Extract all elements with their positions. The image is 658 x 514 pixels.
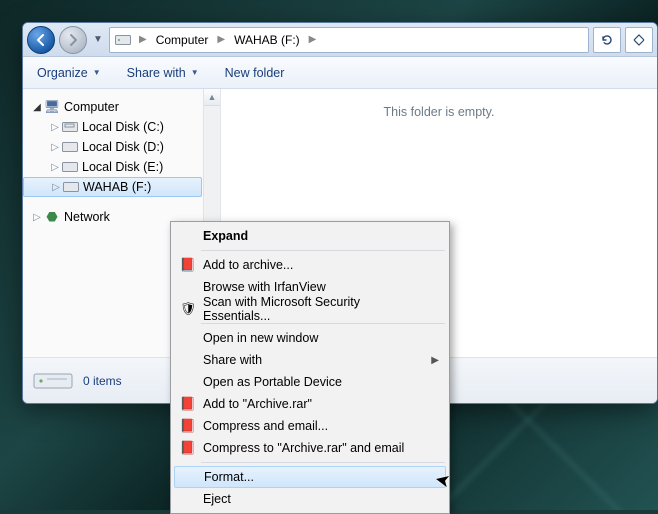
tree-item-wahab-f[interactable]: ▷ WAHAB (F:) [23,177,202,197]
nav-back-button[interactable] [27,26,55,54]
context-menu-label: Open as Portable Device [203,375,342,389]
tree-label: WAHAB (F:) [83,180,151,194]
caret-down-icon: ▼ [191,68,199,77]
search-toggle-button[interactable] [625,27,653,53]
context-menu-item[interactable]: 📕 Compress and email... [173,415,447,437]
twisty-icon[interactable]: ▷ [49,162,61,173]
twisty-icon[interactable]: ▷ [49,142,61,153]
context-menu-label: Browse with IrfanView [203,280,326,294]
tree-item-local-disk-e[interactable]: ▷ Local Disk (E:) [23,157,220,177]
command-bar: Organize ▼ Share with ▼ New folder [23,57,657,89]
context-menu-item[interactable]: 📕 Add to "Archive.rar" [173,393,447,415]
context-menu-label: Open in new window [203,331,318,345]
context-menu-item[interactable]: Expand [173,225,447,247]
chevron-right-icon: ▶ [212,34,230,45]
arrow-left-icon [34,33,48,47]
rar-icon: 📕 [179,440,197,456]
twisty-icon[interactable]: ▷ [50,182,62,193]
status-item-count: 0 items [83,374,122,388]
organize-label: Organize [37,66,88,80]
context-menu-label: Scan with Microsoft Security Essentials.… [203,295,423,323]
breadcrumb-item-drive[interactable]: WAHAB (F:) [230,31,304,49]
context-menu-item[interactable]: 📕 Add to archive... [173,254,447,276]
rar-icon: 📕 [179,418,197,434]
breadcrumb-item-computer[interactable]: Computer [152,31,213,49]
context-menu-item[interactable]: 🛡 Scan with Microsoft Security Essentials… [173,298,447,320]
context-menu[interactable]: Expand 📕 Add to archive... Browse with Irfa… [170,221,450,514]
context-menu-item[interactable]: Format... [174,466,446,488]
drive-root-icon [114,31,132,49]
refresh-button[interactable] [593,27,621,53]
address-bar-row: ▼ ▶ Computer ▶ WAHAB (F:) ▶ [23,23,657,57]
share-with-label: Share with [127,66,186,80]
caret-down-icon: ▼ [93,68,101,77]
shield-icon: 🛡 [179,301,197,317]
network-icon: ⬣ [43,209,61,225]
context-menu-item[interactable]: Open in new window [173,327,447,349]
drive-icon [61,142,79,152]
drive-icon [62,182,80,192]
chevron-right-icon: ▶ [134,34,152,45]
scroll-up-icon[interactable]: ▲ [204,89,220,106]
arrow-right-icon [66,33,80,47]
context-menu-separator [201,250,445,251]
refresh-icon [600,33,614,47]
context-menu-item[interactable]: Eject [173,488,447,510]
twisty-open-icon[interactable]: ◢ [31,102,43,113]
share-with-button[interactable]: Share with ▼ [125,62,201,84]
tree-item-computer[interactable]: ◢ 🖥 Computer [23,97,220,117]
twisty-icon[interactable]: ▷ [31,212,43,223]
tree-label: Network [64,210,110,224]
organize-button[interactable]: Organize ▼ [35,62,103,84]
context-menu-item[interactable]: Open as Portable Device [173,371,447,393]
tree-label: Local Disk (D:) [82,140,164,154]
rar-icon: 📕 [179,396,197,412]
context-menu-label: Compress and email... [203,419,328,433]
context-menu-label: Expand [203,229,248,243]
chevron-right-icon: ▶ [304,34,322,45]
context-menu-label: Eject [203,492,231,506]
context-menu-label: Share with [203,353,262,367]
tree-label: Computer [64,100,119,114]
empty-folder-text: This folder is empty. [384,105,495,119]
tree-label: Local Disk (C:) [82,120,164,134]
new-folder-button[interactable]: New folder [223,62,287,84]
drive-icon [61,122,79,132]
tree-item-local-disk-c[interactable]: ▷ Local Disk (C:) [23,117,220,137]
context-menu-item[interactable]: 📕 Compress to "Archive.rar" and email [173,437,447,459]
computer-icon: 🖥 [43,99,61,115]
new-folder-label: New folder [225,66,285,80]
context-menu-separator [201,462,445,463]
context-menu-label: Format... [204,470,254,484]
context-menu-label: Add to "Archive.rar" [203,397,312,411]
context-menu-label: Add to archive... [203,258,293,272]
drive-icon [61,162,79,172]
breadcrumb[interactable]: ▶ Computer ▶ WAHAB (F:) ▶ [109,27,589,53]
context-menu-label: Compress to "Archive.rar" and email [203,441,404,455]
twisty-icon[interactable]: ▷ [49,122,61,133]
tree-label: Local Disk (E:) [82,160,163,174]
nav-history-dropdown[interactable]: ▼ [91,34,105,45]
context-menu-item[interactable]: Share with ▶ [173,349,447,371]
tree-item-local-disk-d[interactable]: ▷ Local Disk (D:) [23,137,220,157]
context-menu-separator [201,323,445,324]
submenu-arrow-icon: ▶ [431,355,439,366]
search-icon [632,33,646,47]
rar-icon: 📕 [179,257,197,273]
drive-large-icon [33,365,73,397]
nav-forward-button[interactable] [59,26,87,54]
